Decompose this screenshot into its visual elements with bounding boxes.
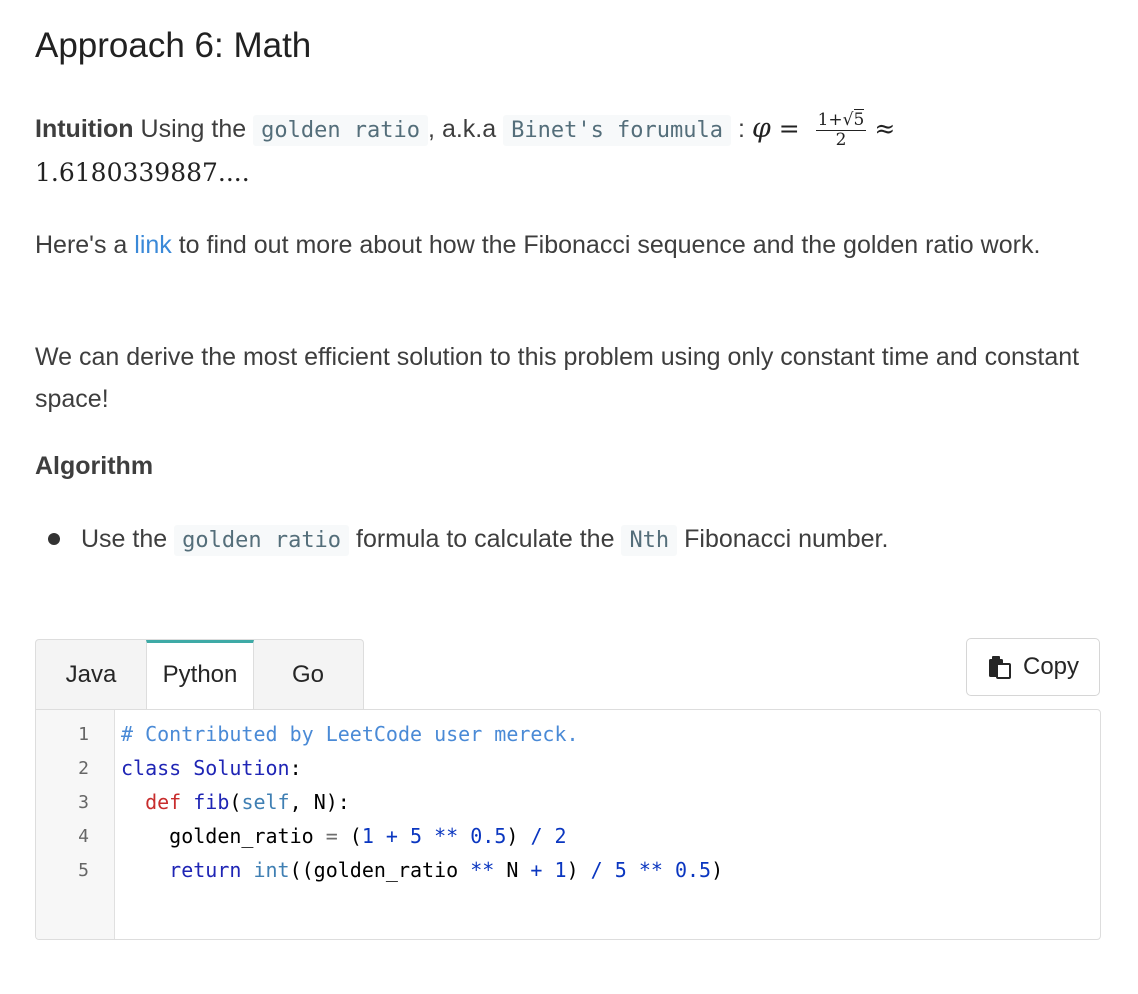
- code-line-4: golden_ratio = (1 + 5 ** 0.5) / 2: [121, 824, 567, 848]
- intuition-text: :: [731, 115, 752, 143]
- code-line-2: class Solution:: [121, 756, 302, 780]
- code-number: 0.5: [674, 858, 712, 882]
- code-params: , N):: [289, 790, 350, 814]
- code-punct: (: [229, 790, 242, 814]
- approx-sign: ≈: [874, 114, 896, 143]
- code-number: 1: [554, 858, 567, 882]
- algorithm-heading: Algorithm: [35, 452, 154, 480]
- line-number: 1: [78, 724, 89, 745]
- copy-label: Copy: [1022, 653, 1080, 680]
- code-class-name: Solution: [181, 756, 290, 780]
- code-operator: **: [626, 858, 675, 882]
- code-self: self: [241, 790, 290, 814]
- code-operator: +: [373, 824, 411, 848]
- link-paragraph: Here's a link to find out more about how…: [35, 224, 1085, 266]
- code-line-1: # Contributed by LeetCode user mereck.: [121, 722, 579, 746]
- fraction: 1+√5 2: [815, 108, 867, 150]
- numerator-text: 1+: [817, 109, 843, 130]
- code-variable: N: [506, 858, 519, 882]
- equals-sign: =: [770, 114, 808, 143]
- derive-paragraph: We can derive the most efficient solutio…: [35, 343, 1080, 413]
- code-operator: /: [578, 858, 615, 882]
- list-item: Use the golden ratio formula to calculat…: [48, 518, 889, 562]
- code-editor[interactable]: 1 2 3 4 5 # Contributed by LeetCode user…: [35, 709, 1101, 940]
- clipboard-icon: [988, 656, 1011, 679]
- code-keyword-return: return: [169, 858, 242, 882]
- golden-ratio-value: 1.6180339887....: [35, 158, 250, 187]
- code-keyword-def: def: [145, 790, 182, 814]
- inline-code-binets-formula: Binet's forumula: [503, 115, 732, 146]
- fraction-numerator: 1+√5: [815, 108, 867, 131]
- inline-code-nth: Nth: [621, 525, 678, 556]
- bullet-icon: [48, 533, 60, 545]
- inline-code-golden-ratio: golden ratio: [253, 115, 429, 146]
- fibonacci-link[interactable]: link: [134, 231, 172, 259]
- line-number: 4: [78, 826, 89, 847]
- code-line-3: def fib(self, N):: [121, 790, 350, 814]
- paragraph-text: to find out more about how the Fibonacci…: [171, 231, 1041, 259]
- code-number: 0.5: [470, 824, 507, 848]
- line-number-gutter: 1 2 3 4 5: [36, 710, 115, 939]
- code-builtin: int: [253, 858, 290, 882]
- paragraph-text: Here's a: [35, 231, 135, 259]
- fraction-denominator: 2: [835, 129, 847, 150]
- code-comment: # Contributed by LeetCode user mereck.: [121, 722, 579, 746]
- code-operator: **: [458, 858, 507, 882]
- code-punct: ): [506, 824, 519, 848]
- code-operator: +: [518, 858, 555, 882]
- copy-button[interactable]: Copy: [966, 638, 1100, 696]
- code-number: 5: [410, 824, 423, 848]
- tab-java[interactable]: Java: [36, 640, 146, 710]
- page-title: Approach 6: Math: [35, 26, 312, 65]
- tab-go[interactable]: Go: [254, 640, 362, 710]
- phi-symbol: φ: [751, 113, 771, 144]
- bullet-text: formula to calculate the: [349, 525, 622, 553]
- code-number: 1: [361, 824, 374, 848]
- intuition-text: Using the: [133, 115, 254, 143]
- code-operator: /: [518, 824, 555, 848]
- code-line-5: return int((golden_ratio ** N + 1) / 5 *…: [121, 858, 723, 882]
- line-number: 5: [78, 860, 89, 881]
- code-expr: ((golden_ratio: [289, 858, 459, 882]
- tab-python[interactable]: Python: [146, 640, 254, 710]
- intuition-paragraph: Intuition Using the golden ratio, a.k.a …: [35, 108, 1085, 194]
- intuition-label: Intuition: [35, 115, 134, 143]
- bullet-text: Fibonacci number.: [677, 525, 889, 553]
- code-operator: **: [422, 824, 471, 848]
- code-punct: :: [289, 756, 302, 780]
- code-punct: ): [711, 858, 724, 882]
- code-func-name: fib: [181, 790, 230, 814]
- code-number: 2: [554, 824, 567, 848]
- bullet-text: Use the: [81, 525, 175, 553]
- intuition-text: , a.k.a: [428, 115, 504, 143]
- inline-code-golden-ratio: golden ratio: [174, 525, 350, 556]
- code-number: 5: [614, 858, 627, 882]
- code-operator: =: [313, 824, 350, 848]
- sqrt-radicand: 5: [853, 108, 865, 130]
- code-punct: ): [566, 858, 579, 882]
- code-language-tabs: Java Python Go: [35, 639, 364, 710]
- line-number: 3: [78, 792, 89, 813]
- code-keyword: class: [121, 756, 182, 780]
- code-punct: (: [349, 824, 362, 848]
- code-variable: golden_ratio: [169, 824, 314, 848]
- line-number: 2: [78, 758, 89, 779]
